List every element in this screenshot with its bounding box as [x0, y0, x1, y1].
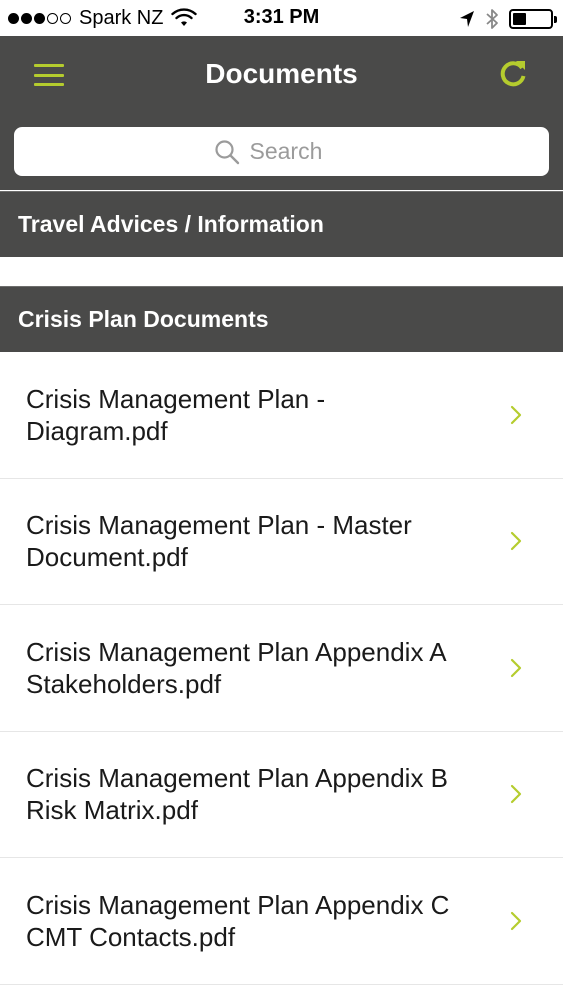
section-header-crisis-plan-documents[interactable]: Crisis Plan Documents	[0, 286, 563, 352]
document-list-item[interactable]: Crisis Management Plan - Diagram.pdf	[0, 352, 563, 479]
document-name: Crisis Management Plan - Diagram.pdf	[26, 383, 326, 446]
document-name: Crisis Management Plan Appendix A Stakeh…	[26, 636, 447, 699]
status-right	[459, 7, 557, 31]
document-list-item[interactable]: Crisis Management Plan - Master Document…	[0, 479, 563, 605]
chevron-right-icon	[510, 785, 522, 804]
battery-icon	[509, 9, 557, 29]
section-title: Travel Advices / Information	[18, 211, 324, 237]
document-list-item[interactable]: Crisis Management Plan Appendix A Stakeh…	[0, 605, 563, 732]
search-icon	[214, 139, 239, 164]
app-header: Documents	[0, 36, 563, 190]
chevron-right-icon	[510, 911, 522, 930]
document-list-item[interactable]: Crisis Management Plan Appendix C CMT Co…	[0, 858, 563, 985]
section-title: Crisis Plan Documents	[18, 306, 269, 332]
bluetooth-icon	[486, 9, 498, 29]
page-title: Documents	[205, 58, 358, 89]
document-name: Crisis Management Plan Appendix B Risk M…	[26, 763, 449, 826]
document-name: Crisis Management Plan Appendix C CMT Co…	[26, 889, 450, 952]
document-list-item[interactable]: Crisis Management Plan Appendix B Risk M…	[0, 732, 563, 858]
refresh-icon[interactable]	[497, 58, 529, 90]
status-bar: Spark NZ 3:31 PM	[0, 0, 563, 36]
document-name: Crisis Management Plan - Master Document…	[26, 510, 412, 573]
battery-level	[513, 13, 526, 25]
chevron-right-icon	[510, 532, 522, 551]
search-bar[interactable]	[14, 127, 549, 176]
document-list: Crisis Management Plan - Diagram.pdf Cri…	[0, 352, 563, 985]
chevron-right-icon	[510, 658, 522, 677]
search-input[interactable]	[249, 138, 350, 165]
chevron-right-icon	[510, 405, 522, 424]
section-header-travel-advices[interactable]: Travel Advices / Information	[0, 191, 563, 257]
empty-section-area	[0, 257, 563, 286]
location-arrow-icon	[460, 11, 474, 27]
